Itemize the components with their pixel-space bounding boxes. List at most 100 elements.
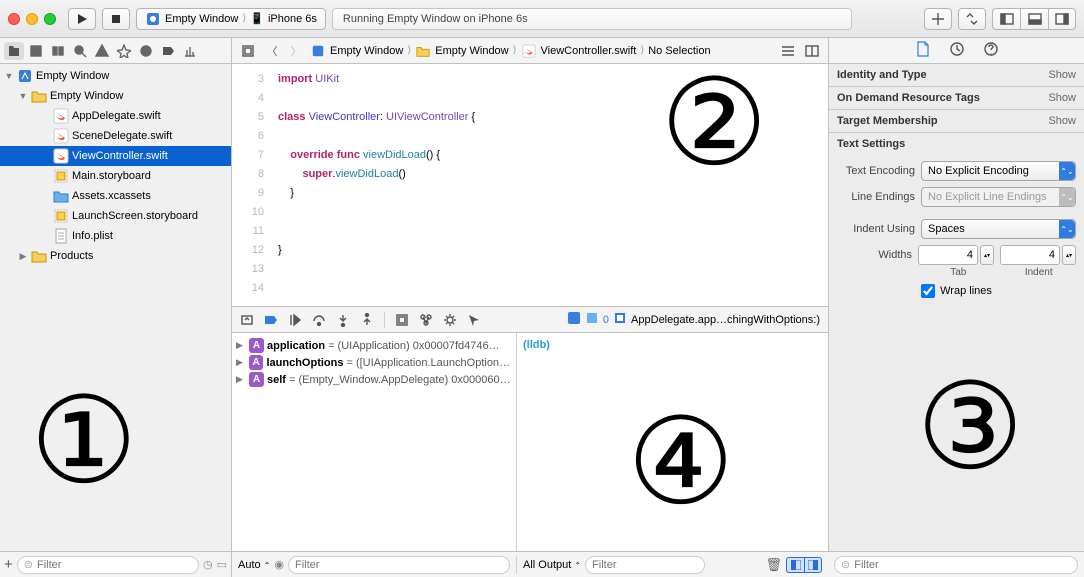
annotation-3: ③ — [916, 358, 1024, 497]
filter-input[interactable] — [37, 559, 192, 571]
forward-button[interactable]: 〉 — [286, 42, 306, 60]
issue-navigator-tab[interactable] — [92, 42, 112, 60]
tree-file[interactable]: LaunchScreen.storyboard — [0, 206, 231, 226]
tab-stepper[interactable]: ▴▾ — [980, 245, 994, 265]
breakpoint-navigator-tab[interactable] — [158, 42, 178, 60]
vars-pane-toggle[interactable] — [786, 557, 804, 573]
close-window-icon[interactable] — [8, 13, 20, 25]
auto-menu[interactable]: Auto ⌃ — [238, 559, 270, 571]
step-out-icon[interactable] — [356, 311, 378, 329]
crumb-0[interactable]: Empty Window — [330, 45, 403, 57]
tree-file[interactable]: Info.plist — [0, 226, 231, 246]
identity-section-header[interactable]: Identity and Type Show — [829, 64, 1084, 87]
continue-icon[interactable] — [284, 311, 306, 329]
right-panel-toggle[interactable] — [1048, 8, 1076, 30]
run-button[interactable] — [68, 8, 96, 30]
tree-file[interactable]: AppDelegate.swift — [0, 106, 231, 126]
code-editor[interactable]: 34567891011121314 import UIKit class Vie… — [232, 64, 828, 306]
show-toggle[interactable]: Show — [1048, 92, 1076, 104]
breakpoints-icon[interactable] — [260, 311, 282, 329]
tree-project-root[interactable]: ▼ Empty Window — [0, 66, 231, 86]
console-pane-toggle[interactable] — [804, 557, 822, 573]
bottom-panel-toggle[interactable] — [1020, 8, 1048, 30]
environment-icon[interactable] — [439, 311, 461, 329]
vars-filter-input[interactable] — [295, 559, 503, 571]
wrap-lines-checkbox[interactable] — [921, 284, 935, 298]
back-button[interactable]: 〈 — [262, 42, 282, 60]
view-debug-icon[interactable] — [391, 311, 413, 329]
library-button[interactable] — [924, 8, 952, 30]
chevron-right-icon: ⟩ — [513, 45, 517, 56]
help-inspector-tab[interactable] — [984, 42, 998, 59]
hide-debug-icon[interactable] — [236, 311, 258, 329]
minimize-window-icon[interactable] — [26, 13, 38, 25]
left-panel-toggle[interactable] — [992, 8, 1020, 30]
tree-products-group[interactable]: ▶ Products — [0, 246, 231, 266]
recent-filter-icon[interactable]: ◷ — [203, 558, 213, 571]
tree-group[interactable]: ▼ Empty Window — [0, 86, 231, 106]
breadcrumb[interactable]: Empty Window ⟩ Empty Window ⟩ ViewContro… — [310, 43, 774, 59]
step-over-icon[interactable] — [308, 311, 330, 329]
tree-file[interactable]: ViewController.swift — [0, 146, 231, 166]
tree-file[interactable]: Main.storyboard — [0, 166, 231, 186]
show-toggle[interactable]: Show — [1048, 115, 1076, 127]
thread-selector[interactable]: 0 AppDelegate.app…chingWithOptions:) — [567, 311, 824, 328]
adjust-editor-icon[interactable] — [802, 42, 822, 60]
text-encoding-select[interactable]: No Explicit Encoding⌃⌄ — [921, 161, 1076, 181]
target-section-header[interactable]: Target Membership Show — [829, 110, 1084, 133]
chevron-right-icon: ⟩ — [242, 13, 246, 24]
variable-row[interactable]: ▶A launchOptions = ([UIApplication.Launc… — [232, 354, 516, 371]
indent-stepper[interactable]: ▴▾ — [1062, 245, 1076, 265]
console-filter-input[interactable] — [592, 559, 734, 571]
tree-file[interactable]: Assets.xcassets — [0, 186, 231, 206]
variable-row[interactable]: ▶A application = (UIApplication) 0x00007… — [232, 337, 516, 354]
scheme-selector[interactable]: Empty Window ⟩ 📱 iPhone 6s — [136, 8, 326, 30]
ondemand-section-header[interactable]: On Demand Resource Tags Show — [829, 87, 1084, 110]
editor-lines-icon[interactable] — [778, 42, 798, 60]
test-navigator-tab[interactable] — [114, 42, 134, 60]
crumb-1[interactable]: Empty Window — [435, 45, 508, 57]
navigator-filter[interactable]: ⊜ — [17, 556, 199, 574]
report-navigator-tab[interactable] — [180, 42, 200, 60]
trash-icon[interactable]: 🗑 — [765, 557, 782, 573]
file-inspector-tab[interactable] — [916, 41, 930, 60]
vars-filter[interactable] — [288, 556, 510, 574]
step-into-icon[interactable] — [332, 311, 354, 329]
code-review-button[interactable] — [958, 8, 986, 30]
disclosure-icon[interactable]: ▶ — [18, 251, 28, 262]
code-content[interactable]: import UIKit class ViewController: UIVie… — [272, 64, 828, 306]
history-inspector-tab[interactable] — [950, 42, 964, 59]
source-control-navigator-tab[interactable] — [26, 42, 46, 60]
variables-view[interactable]: ▶A application = (UIApplication) 0x00007… — [232, 333, 517, 551]
all-output-menu[interactable]: All Output ⌃ — [523, 559, 581, 571]
console-view[interactable]: (lldb) ④ — [517, 333, 828, 551]
tree-file[interactable]: SceneDelegate.swift — [0, 126, 231, 146]
related-items-icon[interactable] — [238, 42, 258, 60]
line-gutter: 34567891011121314 — [232, 64, 272, 306]
line-endings-select[interactable]: No Explicit Line Endings⌃⌄ — [921, 187, 1076, 207]
stop-button[interactable] — [102, 8, 130, 30]
crumb-2[interactable]: ViewController.swift — [541, 45, 637, 57]
console-filter[interactable] — [585, 556, 705, 574]
location-icon[interactable] — [463, 311, 485, 329]
add-button[interactable]: + — [4, 556, 13, 573]
disclosure-icon[interactable]: ▼ — [4, 71, 14, 81]
memory-graph-icon[interactable] — [415, 311, 437, 329]
project-navigator-tab[interactable] — [4, 42, 24, 60]
phone-icon: 📱 — [250, 12, 264, 25]
tab-width-input[interactable]: 4 — [918, 245, 978, 265]
zoom-window-icon[interactable] — [44, 13, 56, 25]
indent-width-input[interactable]: 4 — [1000, 245, 1060, 265]
find-navigator-tab[interactable] — [70, 42, 90, 60]
inspector-filter-input[interactable] — [854, 559, 1071, 571]
indent-using-select[interactable]: Spaces⌃⌄ — [921, 219, 1076, 239]
inspector-filter[interactable]: ⊜ — [834, 556, 1078, 574]
view-icon[interactable]: ◉ — [274, 558, 284, 571]
disclosure-icon[interactable]: ▼ — [18, 91, 28, 101]
variable-row[interactable]: ▶A self = (Empty_Window.AppDelegate) 0x0… — [232, 371, 516, 388]
crumb-3[interactable]: No Selection — [648, 45, 710, 57]
symbol-navigator-tab[interactable] — [48, 42, 68, 60]
scm-filter-icon[interactable]: ▭ — [217, 558, 227, 571]
debug-navigator-tab[interactable] — [136, 42, 156, 60]
show-toggle[interactable]: Show — [1048, 69, 1076, 81]
